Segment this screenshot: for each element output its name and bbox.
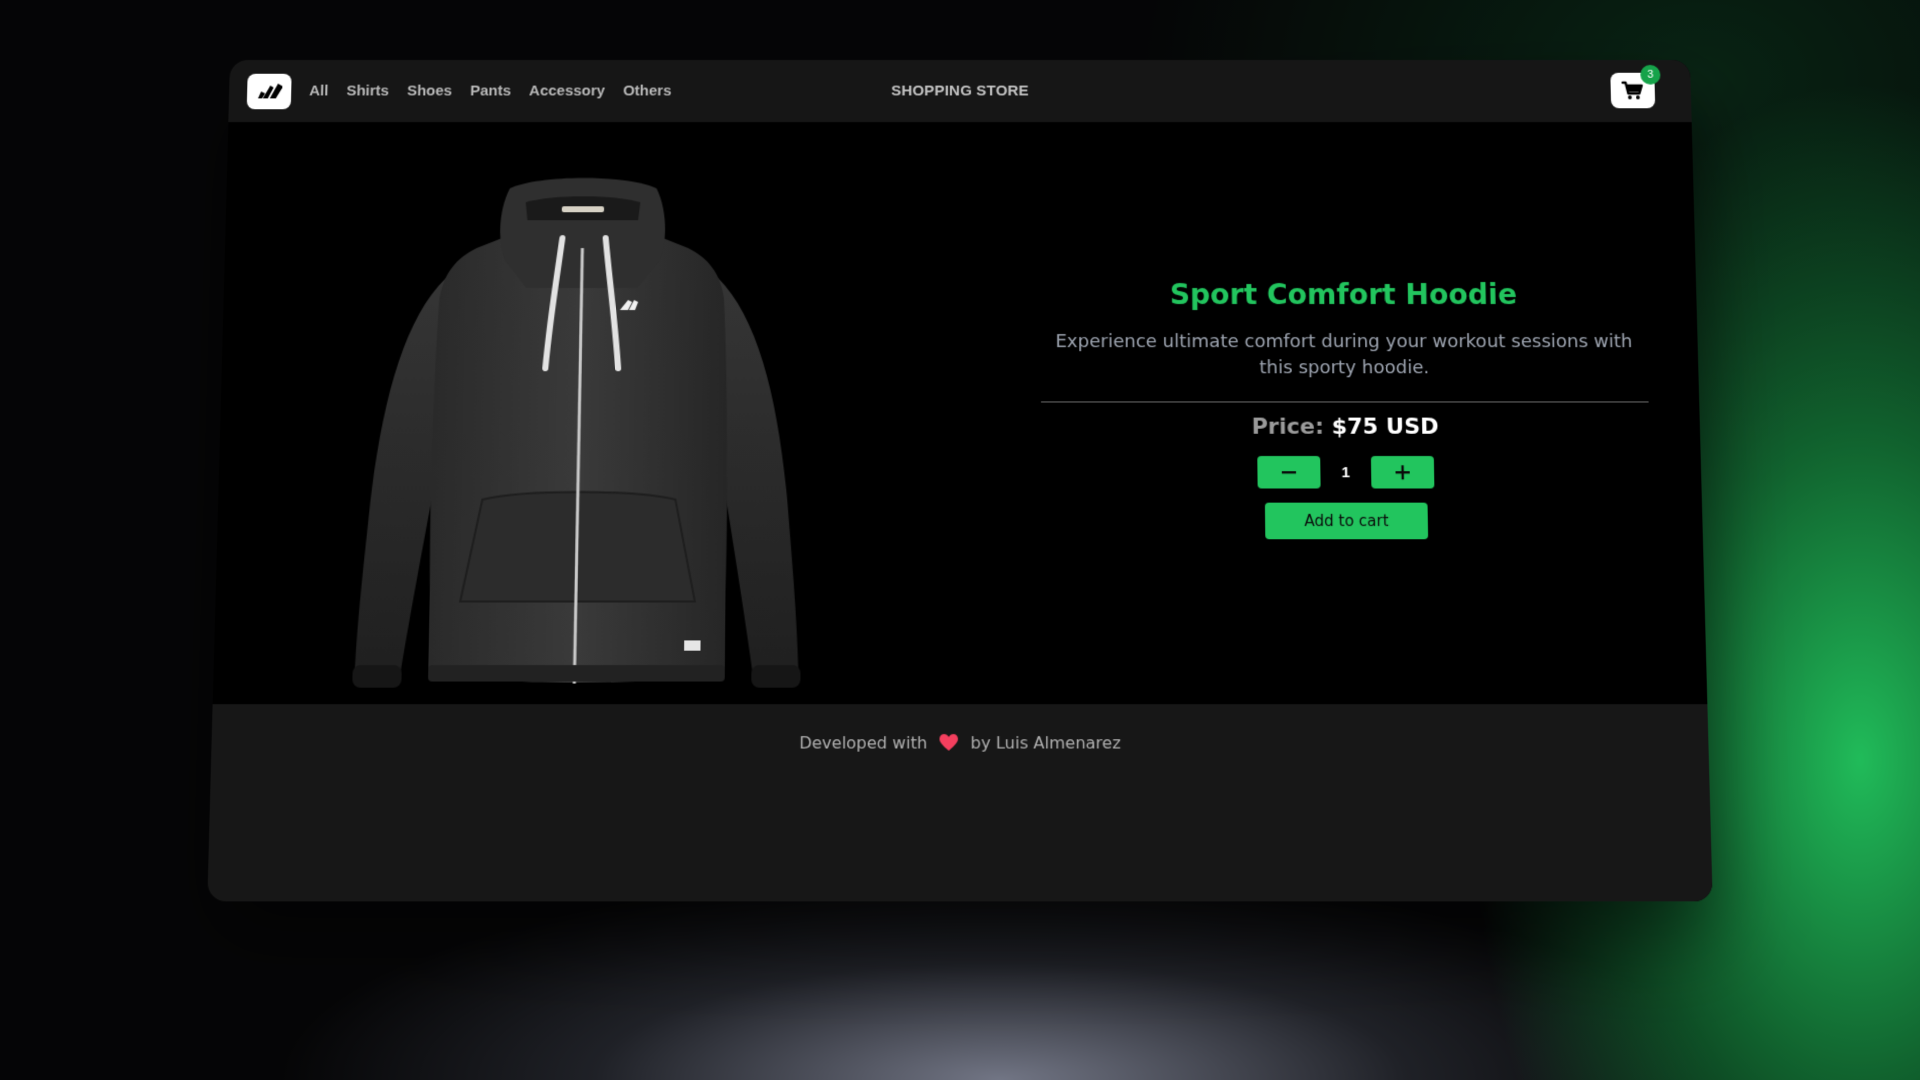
nav-link-all[interactable]: All (309, 83, 329, 100)
product-info: Sport Comfort Hoodie Experience ultimate… (1041, 278, 1652, 540)
footer-credit: Developed with by Luis Almenarez (211, 733, 1708, 753)
cart-count-badge: 3 (1640, 64, 1661, 85)
price-row: Price: $75 USD (1041, 415, 1649, 440)
nav-link-others[interactable]: Others (623, 83, 672, 100)
quantity-stepper: 1 (1041, 456, 1651, 489)
product-image (325, 169, 829, 694)
scene: All Shirts Shoes Pants Accessory Others … (0, 0, 1920, 1080)
footer-text-after: by Luis Almenarez (970, 733, 1121, 753)
browser-page: All Shirts Shoes Pants Accessory Others … (207, 60, 1713, 902)
nav-link-shirts[interactable]: Shirts (346, 83, 389, 100)
minus-icon (1281, 471, 1297, 474)
cart-button[interactable]: 3 (1610, 64, 1661, 109)
heart-icon (939, 734, 959, 751)
category-nav: All Shirts Shoes Pants Accessory Others (309, 83, 672, 100)
plus-icon (1395, 465, 1410, 480)
divider (1041, 401, 1649, 403)
nav-link-pants[interactable]: Pants (470, 83, 511, 100)
navbar: All Shirts Shoes Pants Accessory Others … (228, 60, 1692, 123)
price-label: Price: (1251, 414, 1325, 440)
adidas-logo-icon (257, 83, 283, 98)
product-title: Sport Comfort Hoodie (1169, 278, 1518, 312)
footer-text-before: Developed with (799, 733, 928, 753)
logo-button[interactable] (246, 73, 292, 109)
product-description: Experience ultimate comfort during your … (1055, 331, 1633, 379)
add-to-cart-button[interactable]: Add to cart (1264, 502, 1429, 540)
footer: Developed with by Luis Almenarez (207, 704, 1713, 902)
shopping-cart-icon (1622, 81, 1645, 100)
hoodie-image (352, 177, 801, 694)
price-value: $75 USD (1331, 414, 1439, 440)
nav-link-shoes[interactable]: Shoes (407, 83, 452, 100)
quantity-value: 1 (1341, 463, 1351, 481)
increment-button[interactable] (1370, 456, 1435, 489)
store-title: SHOPPING STORE (891, 82, 1029, 100)
decrement-button[interactable] (1257, 456, 1321, 489)
nav-link-accessory[interactable]: Accessory (529, 83, 605, 100)
